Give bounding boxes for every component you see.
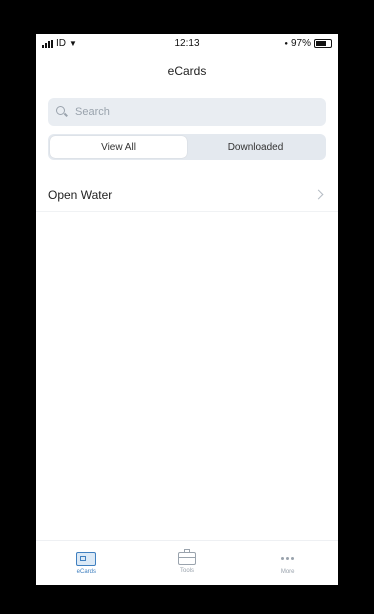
tab-tools[interactable]: Tools — [137, 541, 238, 585]
tab-ecards[interactable]: eCards — [36, 541, 137, 585]
tab-label: eCards — [76, 568, 96, 575]
battery-percent: 97% — [290, 38, 311, 49]
page-title: eCards — [167, 64, 207, 78]
segmented-control: View All Downloaded — [48, 134, 326, 160]
segment-view-all[interactable]: View All — [50, 136, 187, 158]
card-icon — [76, 551, 97, 566]
search-bar[interactable] — [48, 98, 326, 126]
list-item[interactable]: Open Water — [36, 178, 338, 212]
search-input[interactable] — [73, 105, 307, 119]
tab-label: Tools — [180, 568, 195, 574]
device-frame: ID ▼ 12:13 ● 97% eCards View All Downloa… — [0, 0, 374, 614]
bag-icon — [178, 549, 196, 565]
chevron-right-icon — [313, 189, 324, 200]
segment-downloaded[interactable]: Downloaded — [187, 136, 324, 158]
list-item-label: Open Water — [48, 187, 113, 202]
search-icon — [56, 106, 68, 118]
tab-bar: eCards Tools More — [36, 540, 338, 585]
tab-label: More — [280, 568, 295, 575]
status-right: ● 97% — [284, 38, 332, 49]
status-bar: ID ▼ 12:13 ● 97% — [36, 34, 338, 54]
battery-icon — [314, 39, 332, 48]
location-icon: ● — [284, 40, 288, 47]
tab-more[interactable]: More — [237, 541, 338, 585]
more-icon — [281, 552, 295, 566]
app-screen: ID ▼ 12:13 ● 97% eCards View All Downloa… — [36, 34, 338, 585]
